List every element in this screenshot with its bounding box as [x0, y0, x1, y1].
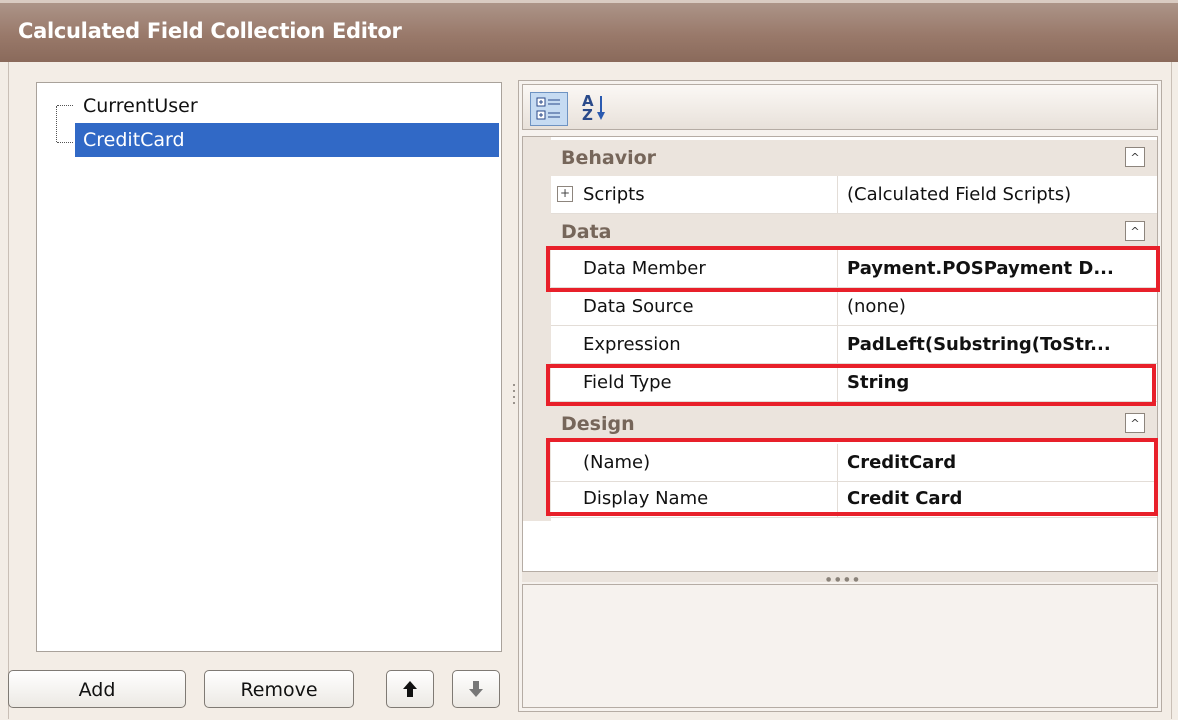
property-row-expression[interactable]: Expression PadLeft(Substring(ToStr...	[551, 326, 1157, 364]
alphabetical-sort-button[interactable]: A Z	[582, 94, 608, 124]
column-divider	[837, 288, 838, 326]
property-row-data-source[interactable]: Data Source (none)	[551, 288, 1157, 326]
tree-connector-line	[57, 142, 73, 143]
categorized-view-button[interactable]	[530, 92, 568, 126]
highlight-box-name-display	[546, 438, 1158, 516]
splitter-grip: ● ● ● ●	[826, 576, 860, 583]
highlight-box-data-member	[546, 246, 1160, 292]
title-bar: Calculated Field Collection Editor	[0, 0, 1178, 62]
property-value[interactable]: PadLeft(Substring(ToStr...	[847, 334, 1153, 355]
move-down-button[interactable]	[452, 670, 500, 708]
property-row-scripts[interactable]: + Scripts (Calculated Field Scripts)	[551, 176, 1157, 214]
arrow-up-icon	[403, 681, 417, 697]
window-title: Calculated Field Collection Editor	[18, 19, 402, 43]
column-divider	[837, 326, 838, 364]
categorized-view-icon	[536, 97, 560, 120]
collapse-icon[interactable]: ^	[1125, 147, 1145, 167]
category-label: Design	[561, 413, 635, 435]
property-value[interactable]: (none)	[847, 296, 1153, 317]
property-toolbar	[522, 84, 1158, 130]
property-name: Data Source	[583, 296, 694, 317]
property-name: Expression	[583, 334, 681, 355]
tree-item-creditcard[interactable]: CreditCard	[75, 123, 499, 157]
tree-item-currentuser[interactable]: CurrentUser	[75, 89, 375, 123]
calculated-field-tree[interactable]: CurrentUser CreditCard	[36, 82, 502, 652]
property-name: Scripts	[583, 184, 645, 205]
sort-alphabetical-icon: A Z	[582, 92, 594, 124]
collapse-icon[interactable]: ^	[1125, 413, 1145, 433]
panel-splitter[interactable]	[512, 380, 516, 420]
property-value[interactable]: (Calculated Field Scripts)	[847, 184, 1153, 205]
description-pane	[522, 584, 1158, 708]
arrow-down-icon	[469, 681, 483, 697]
expand-plus-icon[interactable]: +	[557, 186, 573, 202]
tree-connector-line	[56, 106, 57, 142]
sort-arrow-icon	[597, 96, 605, 120]
tree-connector-line	[57, 105, 73, 106]
category-design[interactable]: Design ^	[523, 406, 1157, 442]
move-up-button[interactable]	[386, 670, 434, 708]
column-divider	[837, 176, 838, 214]
category-label: Behavior	[561, 147, 657, 169]
category-data[interactable]: Data ^	[523, 214, 1157, 250]
collapse-icon[interactable]: ^	[1125, 221, 1145, 241]
category-behavior[interactable]: Behavior ^	[523, 140, 1157, 176]
add-button[interactable]: Add	[8, 670, 186, 708]
category-label: Data	[561, 221, 612, 243]
highlight-box-field-type	[546, 364, 1156, 406]
remove-button[interactable]: Remove	[204, 670, 354, 708]
